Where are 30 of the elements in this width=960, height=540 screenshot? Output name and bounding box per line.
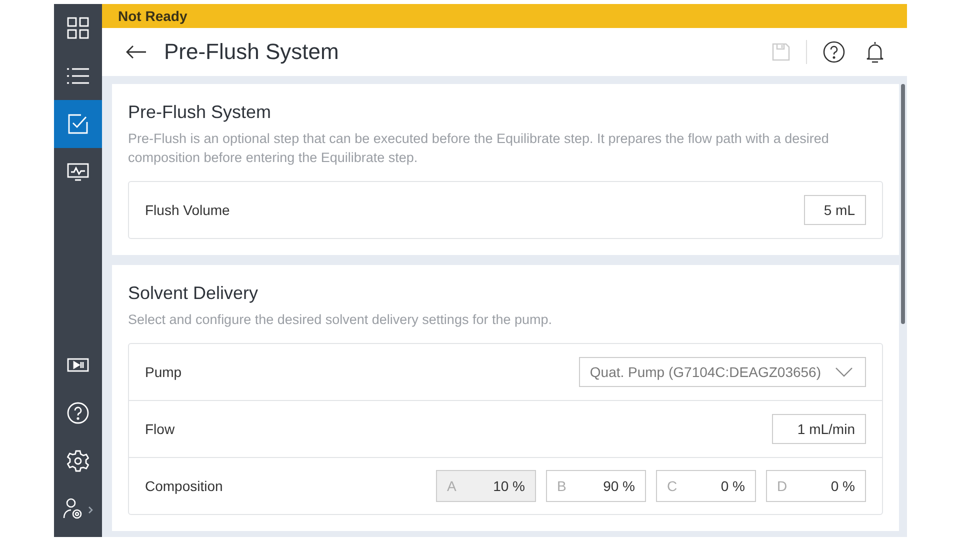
field-label: Composition <box>145 478 223 494</box>
monitor-icon <box>67 163 89 181</box>
field-label: Pump <box>145 364 182 380</box>
page-title: Pre-Flush System <box>164 39 339 65</box>
field-label: Flush Volume <box>145 202 230 218</box>
section-title: Pre-Flush System <box>128 102 272 123</box>
status-text: Not Ready <box>118 8 188 24</box>
pump-dropdown[interactable]: Quat. Pump (G7104C:DEAGZ03656) <box>578 357 866 387</box>
section-title: Solvent Delivery <box>128 283 260 304</box>
save-icon <box>772 43 790 61</box>
play-pause-icon <box>67 358 89 372</box>
user-settings-icon <box>63 498 93 520</box>
section-description: Pre-Flush is an optional step that can be executed before the Equilibrate step. It prepares the flow path with a desired composition before entering the Equilibrate step. <box>128 130 830 167</box>
help-icon <box>823 41 845 63</box>
help-icon <box>67 402 89 424</box>
input-field[interactable]: 5 mL <box>804 195 866 225</box>
list-icon <box>67 68 89 84</box>
section-description: Select and configure the desired solvent delivery settings for the pump. <box>128 311 553 329</box>
chevron-down-icon <box>835 367 853 377</box>
grid-icon <box>67 17 89 39</box>
input-field[interactable]: 1 mL/min <box>772 414 866 444</box>
checkbox-icon <box>68 114 88 134</box>
settings-icon <box>67 450 89 472</box>
composition-field[interactable]: C 0 % <box>656 470 756 502</box>
field-label: Flow <box>145 421 175 437</box>
back-arrow-icon <box>126 45 146 59</box>
composition-field[interactable]: B 90 % <box>546 470 646 502</box>
composition-field[interactable]: D 0 % <box>766 470 866 502</box>
bell-icon <box>865 41 885 63</box>
sidebar-item[interactable] <box>54 100 102 148</box>
